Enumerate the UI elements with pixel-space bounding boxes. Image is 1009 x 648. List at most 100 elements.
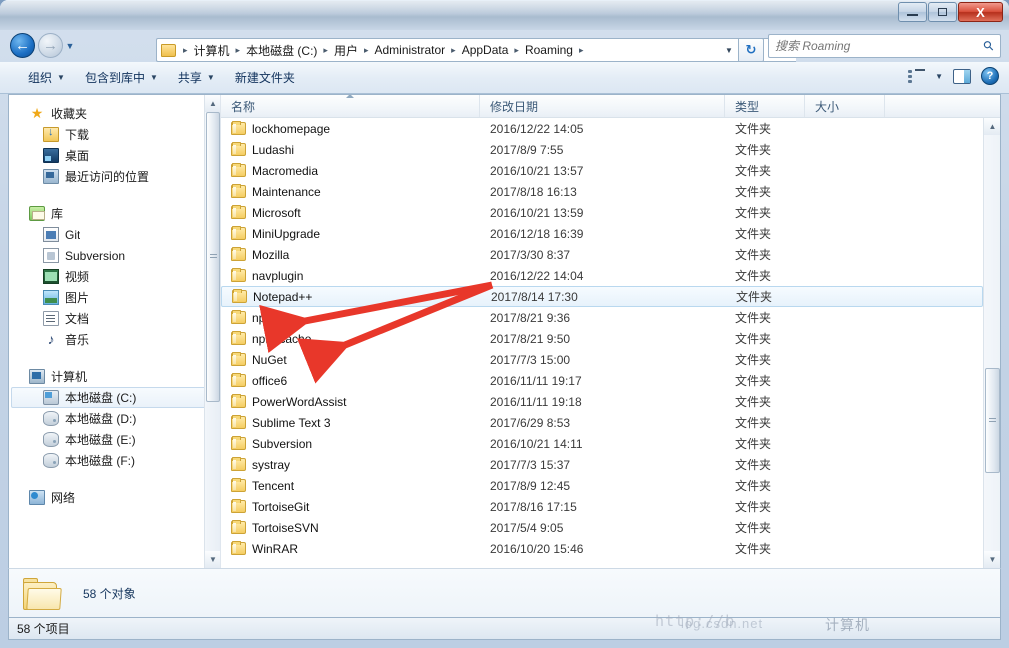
sidebar-item-documents[interactable]: 文档 — [9, 308, 220, 329]
view-layout-icon[interactable] — [908, 68, 926, 84]
breadcrumb[interactable]: ▸ 计算机 ▸ 本地磁盘 (C:) ▸ 用户 ▸ Administrator ▸… — [156, 38, 796, 62]
video-icon — [43, 269, 59, 284]
minimize-icon — [907, 14, 918, 16]
navigation-scrollbar[interactable]: ▲ ▼ — [204, 95, 220, 568]
breadcrumb-item-roaming[interactable]: Roaming — [523, 43, 575, 57]
sidebar-item-computer[interactable]: 计算机 — [9, 366, 220, 387]
sidebar-item-local-disk-f[interactable]: 本地磁盘 (F:) — [9, 450, 220, 471]
scroll-up-button[interactable]: ▲ — [205, 95, 220, 112]
table-row[interactable]: systray 2017/7/3 15:37 文件夹 — [221, 454, 983, 475]
nav-group-favorites: ★ 收藏夹 下载 桌面 最近访问的位置 — [9, 103, 220, 187]
table-row[interactable]: Maintenance 2017/8/18 16:13 文件夹 — [221, 181, 983, 202]
search-box[interactable]: ⚲ — [768, 34, 1001, 58]
cell-name: Microsoft — [221, 205, 480, 220]
address-bar: ← → ▼ ▸ 计算机 ▸ 本地磁盘 (C:) ▸ 用户 ▸ Administr… — [0, 30, 1009, 62]
column-header-date-modified[interactable]: 修改日期 — [480, 95, 725, 117]
table-row[interactable]: lockhomepage 2016/12/22 14:05 文件夹 — [221, 118, 983, 139]
table-row[interactable]: office6 2016/11/11 19:17 文件夹 — [221, 370, 983, 391]
column-header-filler — [885, 95, 1000, 117]
table-row[interactable]: Ludashi 2017/8/9 7:55 文件夹 — [221, 139, 983, 160]
minimize-button[interactable] — [898, 2, 927, 22]
table-row[interactable]: navplugin 2016/12/22 14:04 文件夹 — [221, 265, 983, 286]
cell-date-modified: 2017/5/4 9:05 — [490, 520, 564, 535]
sidebar-item-music[interactable]: ♪ 音乐 — [9, 329, 220, 350]
breadcrumb-item-appdata[interactable]: AppData — [460, 43, 511, 57]
table-row[interactable]: TortoiseGit 2017/8/16 17:15 文件夹 — [221, 496, 983, 517]
toolbar-right-group: ▼ ? — [908, 67, 999, 85]
sidebar-item-pictures[interactable]: 图片 — [9, 287, 220, 308]
table-row[interactable]: Mozilla 2017/3/30 8:37 文件夹 — [221, 244, 983, 265]
organize-button[interactable]: 组织 ▼ — [18, 65, 75, 90]
sidebar-item-git[interactable]: Git — [9, 224, 220, 245]
scroll-up-button[interactable]: ▲ — [984, 118, 1000, 135]
navigation-tree: ★ 收藏夹 下载 桌面 最近访问的位置 — [9, 95, 220, 508]
sidebar-item-local-disk-e[interactable]: 本地磁盘 (E:) — [9, 429, 220, 450]
back-button[interactable]: ← — [10, 33, 35, 58]
column-header-size[interactable]: 大小 — [805, 95, 885, 117]
cell-type: 文件夹 — [735, 521, 772, 535]
cell-type: 文件夹 — [735, 269, 772, 283]
nav-group-network: 网络 — [9, 487, 220, 508]
breadcrumb-dropdown-button[interactable]: ▼ — [720, 38, 738, 62]
table-row[interactable]: Subversion 2016/10/21 14:11 文件夹 — [221, 433, 983, 454]
sidebar-item-videos[interactable]: 视频 — [9, 266, 220, 287]
table-row[interactable]: npm-cache 2017/8/21 9:50 文件夹 — [221, 328, 983, 349]
sidebar-item-label: 最近访问的位置 — [65, 170, 150, 184]
history-dropdown-button[interactable]: ▼ — [64, 41, 76, 51]
sidebar-item-downloads[interactable]: 下载 — [9, 124, 220, 145]
column-header-name[interactable]: 名称 — [221, 95, 480, 117]
table-row[interactable]: npm 2017/8/21 9:36 文件夹 — [221, 307, 983, 328]
sidebar-item-network[interactable]: 网络 — [9, 487, 220, 508]
table-row[interactable]: Microsoft 2016/10/21 13:59 文件夹 — [221, 202, 983, 223]
scrollbar-thumb[interactable] — [206, 112, 220, 402]
maximize-button[interactable] — [928, 2, 957, 22]
window-controls: X — [898, 2, 1003, 22]
table-row[interactable]: WinRAR 2016/10/20 15:46 文件夹 — [221, 538, 983, 559]
breadcrumb-item-computer[interactable]: 计算机 — [192, 42, 232, 59]
share-button[interactable]: 共享 ▼ — [168, 65, 225, 90]
file-name: npm-cache — [252, 331, 312, 346]
sidebar-item-libraries[interactable]: 库 — [9, 203, 220, 224]
sidebar-item-label: 网络 — [51, 491, 76, 505]
table-row[interactable]: Sublime Text 3 2017/6/29 8:53 文件夹 — [221, 412, 983, 433]
scroll-down-button[interactable]: ▼ — [205, 551, 220, 568]
column-header-type[interactable]: 类型 — [725, 95, 805, 117]
include-in-library-button[interactable]: 包含到库中 ▼ — [75, 65, 168, 90]
table-row[interactable]: TortoiseSVN 2017/5/4 9:05 文件夹 — [221, 517, 983, 538]
chevron-down-icon[interactable]: ▼ — [935, 72, 943, 81]
sidebar-item-local-disk-c[interactable]: 本地磁盘 (C:) — [11, 387, 216, 408]
scroll-down-button[interactable]: ▼ — [984, 551, 1000, 568]
breadcrumb-item-administrator[interactable]: Administrator — [372, 43, 447, 57]
sidebar-item-recent-places[interactable]: 最近访问的位置 — [9, 166, 220, 187]
sidebar-item-desktop[interactable]: 桌面 — [9, 145, 220, 166]
breadcrumb-item-users[interactable]: 用户 — [332, 42, 360, 59]
sidebar-item-label: 桌面 — [65, 149, 90, 163]
sidebar-item-subversion[interactable]: Subversion — [9, 245, 220, 266]
new-folder-button[interactable]: 新建文件夹 — [225, 65, 305, 90]
scrollbar-thumb[interactable] — [985, 368, 1000, 473]
title-bar — [0, 0, 1009, 30]
refresh-button[interactable]: ↻ — [738, 38, 764, 62]
breadcrumb-item-local-disk-c[interactable]: 本地磁盘 (C:) — [244, 42, 319, 59]
table-row[interactable]: Tencent 2017/8/9 12:45 文件夹 — [221, 475, 983, 496]
close-button[interactable]: X — [958, 2, 1003, 22]
table-row[interactable]: MiniUpgrade 2016/12/18 16:39 文件夹 — [221, 223, 983, 244]
sidebar-item-label: 文档 — [65, 312, 90, 326]
search-input[interactable] — [775, 39, 985, 53]
file-rows: lockhomepage 2016/12/22 14:05 文件夹 Ludashi 20… — [221, 118, 983, 568]
table-row[interactable]: Notepad++ 2017/8/14 17:30 文件夹 — [221, 286, 983, 307]
preview-pane-icon[interactable] — [953, 68, 971, 84]
table-row[interactable]: Macromedia 2016/10/21 13:57 文件夹 — [221, 160, 983, 181]
cell-date-modified: 2016/12/22 14:04 — [490, 268, 584, 283]
help-icon[interactable]: ? — [981, 67, 999, 85]
file-list-scrollbar[interactable]: ▲ ▼ — [983, 118, 1000, 568]
hdd-icon — [43, 453, 59, 468]
table-row[interactable]: NuGet 2017/7/3 15:00 文件夹 — [221, 349, 983, 370]
cell-name: navplugin — [221, 268, 480, 283]
sidebar-item-local-disk-d[interactable]: 本地磁盘 (D:) — [9, 408, 220, 429]
table-row[interactable]: PowerWordAssist 2016/11/11 19:18 文件夹 — [221, 391, 983, 412]
file-name: Macromedia — [252, 163, 319, 178]
sidebar-item-favorites[interactable]: ★ 收藏夹 — [9, 103, 220, 124]
forward-button[interactable]: → — [38, 33, 63, 58]
cell-type: 文件夹 — [735, 227, 772, 241]
